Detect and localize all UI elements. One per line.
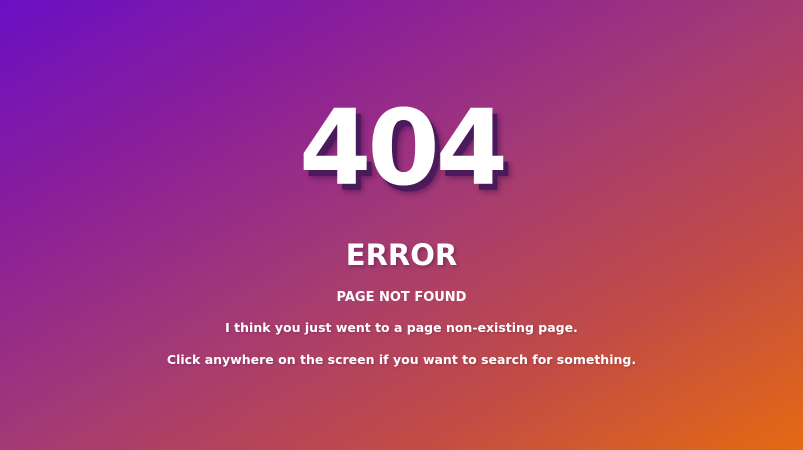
search-hint: Click anywhere on the screen if you want… [166, 352, 637, 367]
error-title: ERROR [345, 238, 458, 272]
error-code-404: 404 [298, 87, 508, 209]
error-message: I think you just went to a page non-exis… [225, 320, 578, 335]
search-click-area[interactable]: 404 ERROR PAGE NOT FOUND I think you jus… [0, 0, 803, 450]
page-not-found-subtitle: PAGE NOT FOUND [336, 290, 467, 305]
